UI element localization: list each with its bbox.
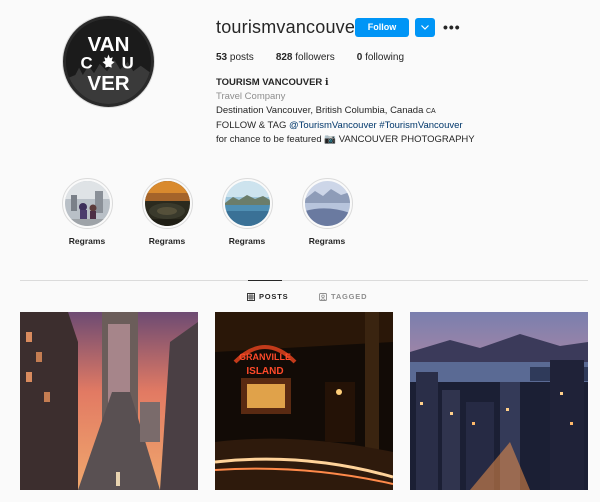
bio-name-row: TOURISM VANCOUVER ℹ: [216, 76, 576, 90]
grid-icon: [247, 292, 255, 301]
bio-handle-link[interactable]: @TourismVancouver: [289, 120, 377, 131]
bio-category: Travel Company: [216, 91, 286, 102]
svg-text:ISLAND: ISLAND: [246, 366, 283, 377]
highlight-item[interactable]: Regrams: [287, 178, 367, 246]
bio-line-2: FOLLOW & TAG @TourismVancouver #TourismV…: [216, 119, 576, 133]
active-tab-indicator: [248, 280, 282, 281]
bio-photography-text: VANCOUVER PHOTOGRAPHY: [338, 134, 475, 145]
posts-grid: GRANVILLE ISLAND: [20, 312, 588, 490]
posts-label: posts: [229, 52, 254, 63]
bio-line-3: for chance to be featured 📷 VANCOUVER PH…: [216, 133, 576, 147]
tab-posts-label: POSTS: [259, 292, 289, 301]
profile-stats: 53 posts 828 followers 0 following: [216, 52, 426, 63]
tab-tagged[interactable]: TAGGED: [319, 292, 367, 301]
info-icon: ℹ: [324, 77, 329, 88]
following-count: 0: [356, 52, 363, 63]
followers-label: followers: [295, 52, 335, 63]
camera-icon: 📷: [324, 134, 337, 145]
posts-count: 53: [216, 52, 228, 63]
post-thumbnail[interactable]: [410, 312, 588, 490]
tagged-icon: [319, 292, 327, 301]
bio-hashtag-link[interactable]: #TourismVancouver: [379, 120, 462, 131]
bio-name: TOURISM VANCOUVER: [216, 77, 323, 88]
suggested-accounts-button[interactable]: [415, 18, 435, 37]
post-image-city-dusk: [410, 312, 588, 490]
highlight-cover-image: [224, 181, 270, 226]
highlight-ring: [61, 178, 113, 229]
highlight-cover-image: [64, 181, 110, 226]
highlight-item[interactable]: Regrams: [127, 178, 207, 246]
bio-featured-text: for chance to be featured: [216, 134, 322, 145]
tab-tagged-label: TAGGED: [331, 292, 368, 301]
highlight-item[interactable]: Regrams: [47, 178, 127, 246]
svg-text:C: C: [80, 54, 92, 73]
tabs-divider: [20, 280, 588, 281]
highlight-label: Regrams: [228, 236, 266, 246]
avatar-text-bottom: VER: [87, 72, 129, 95]
vancouver-logo: VAN C U VER: [66, 19, 151, 104]
avatar-text-top: VAN: [88, 33, 130, 56]
post-thumbnail[interactable]: [20, 312, 198, 490]
svg-text:GRANVILLE: GRANVILLE: [239, 352, 291, 362]
profile-header: VAN C U VER tourismvancouver Follow ••• …: [0, 0, 600, 160]
svg-text:U: U: [122, 54, 134, 73]
following-label: following: [365, 52, 405, 63]
bio-location: Destination Vancouver, British Columbia,…: [216, 105, 424, 116]
highlight-ring: [141, 178, 193, 229]
highlight-cover-image: [144, 181, 190, 226]
highlight-ring: [301, 178, 353, 229]
follow-button[interactable]: Follow: [355, 18, 409, 37]
bio-line-1: Destination Vancouver, British Columbia,…: [216, 104, 576, 119]
highlight-cover-image: [304, 181, 350, 226]
post-image-street-sunset: [20, 312, 198, 490]
highlight-label: Regrams: [148, 236, 186, 246]
chevron-down-icon: [421, 25, 429, 30]
highlight-item[interactable]: Regrams: [207, 178, 287, 246]
bio-follow-tag-text: FOLLOW & TAG: [216, 120, 287, 131]
profile-avatar[interactable]: VAN C U VER: [63, 16, 154, 107]
post-image-granville-island: GRANVILLE ISLAND: [215, 312, 393, 490]
followers-stat[interactable]: 828 followers: [276, 52, 335, 63]
profile-username: tourismvancouver: [216, 17, 362, 37]
following-stat[interactable]: 0 following: [357, 52, 404, 63]
highlight-label: Regrams: [68, 236, 106, 246]
profile-bio: TOURISM VANCOUVER ℹ Travel Company Desti…: [216, 76, 576, 147]
followers-count: 828: [275, 52, 293, 63]
story-highlights: Regrams Regrams Regrams Regrams: [47, 178, 367, 246]
highlight-ring: [221, 178, 273, 229]
posts-stat: 53 posts: [216, 52, 254, 63]
canada-flag-icon: CA: [426, 108, 436, 115]
tab-posts[interactable]: POSTS: [247, 292, 288, 301]
post-thumbnail[interactable]: GRANVILLE ISLAND: [215, 312, 393, 490]
more-options-icon[interactable]: •••: [443, 19, 461, 35]
highlight-label: Regrams: [308, 236, 346, 246]
